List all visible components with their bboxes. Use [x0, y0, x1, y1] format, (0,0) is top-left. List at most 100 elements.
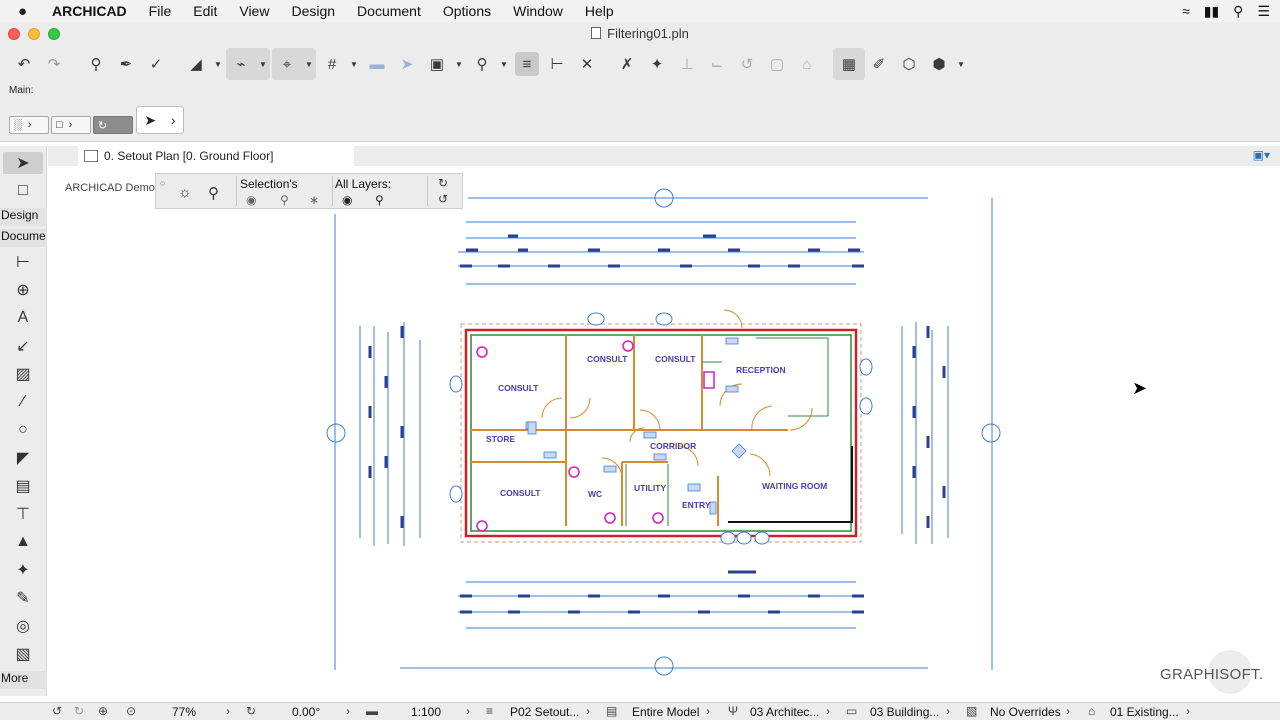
- chevron-right-icon[interactable]: ›: [706, 704, 710, 718]
- snap-guides-icon[interactable]: ⌁: [229, 52, 253, 76]
- level-dimension-tool-icon[interactable]: ⊤: [10, 503, 36, 525]
- rotate-marquee-button[interactable]: ↻: [93, 116, 133, 134]
- relative-construction-icon[interactable]: ✕: [575, 52, 599, 76]
- trace-reference-icon[interactable]: ≡: [515, 52, 539, 76]
- hotspot-tool-icon[interactable]: ✦: [10, 559, 36, 581]
- menu-help[interactable]: Help: [585, 3, 614, 19]
- change-tool-icon[interactable]: ✎: [10, 587, 36, 609]
- menu-window[interactable]: Window: [513, 3, 563, 19]
- inject-parameters-icon[interactable]: ✓: [144, 52, 168, 76]
- view-3d-icon[interactable]: ⬡: [897, 52, 921, 76]
- chevron-right-icon[interactable]: ›: [946, 704, 950, 718]
- rotate-view-icon[interactable]: ↻: [246, 704, 256, 718]
- cursor-snap-icon[interactable]: ➤: [395, 52, 419, 76]
- menu-design[interactable]: Design: [291, 3, 335, 19]
- redo-icon[interactable]: ↷: [42, 52, 66, 76]
- chevron-down-icon[interactable]: ▼: [258, 52, 268, 76]
- explode-icon[interactable]: ▢: [765, 52, 789, 76]
- floor-plan-drawing[interactable]: CONSULT CONSULT CONSULT RECEPTION STORE …: [48, 166, 1280, 696]
- marquee-type-button[interactable]: □ ›: [51, 116, 91, 134]
- text-tool-icon[interactable]: A: [10, 307, 36, 329]
- toolbox-document-section[interactable]: Docume: [0, 229, 47, 247]
- pen-set-value[interactable]: 03 Architec...: [750, 705, 819, 719]
- chevron-down-icon[interactable]: ▼: [499, 52, 509, 76]
- quick-selection-icon[interactable]: ▦: [837, 52, 861, 76]
- drawing-tool-icon[interactable]: ▤: [10, 475, 36, 497]
- dimension-tool-icon[interactable]: ⊢: [10, 251, 36, 273]
- chevron-right-icon[interactable]: ›: [826, 704, 830, 718]
- magic-wand-icon[interactable]: ✦: [645, 52, 669, 76]
- zoom-in-icon[interactable]: ⊕: [98, 704, 108, 718]
- chevron-right-icon[interactable]: ›: [1066, 704, 1070, 718]
- surface-icon[interactable]: ▬: [365, 52, 389, 76]
- model-view-options-value[interactable]: 03 Building...: [870, 705, 939, 719]
- view-switcher-icon[interactable]: ▣▾: [1253, 148, 1270, 162]
- coordinates-icon[interactable]: ⌖: [275, 52, 299, 76]
- graphic-override-value[interactable]: No Overrides: [990, 705, 1061, 719]
- roof-icon[interactable]: ⌂: [795, 52, 819, 76]
- arrow-tool-icon[interactable]: ➤: [3, 152, 43, 174]
- grid-icon[interactable]: #: [320, 52, 344, 76]
- figure-tool-icon[interactable]: ◎: [10, 615, 36, 637]
- floor-plan-canvas[interactable]: ARCHICAD Demo ○ ☼ ⚲ Selection's ◉ ⚲ ∗ Al…: [48, 166, 1280, 696]
- zone-tool-icon[interactable]: ▧: [10, 643, 36, 665]
- chevron-down-icon[interactable]: ▼: [454, 52, 464, 76]
- renovation-filter-value[interactable]: 01 Existing...: [1110, 705, 1179, 719]
- wifi-icon[interactable]: ≈: [1182, 3, 1190, 19]
- zoom-value[interactable]: 77%: [172, 705, 196, 719]
- render-icon[interactable]: ⬢: [927, 52, 951, 76]
- menu-options[interactable]: Options: [443, 3, 491, 19]
- layer-combination-value[interactable]: P02 Setout...: [510, 705, 579, 719]
- chevron-right-icon[interactable]: ›: [586, 704, 590, 718]
- toolbox-more-section[interactable]: More: [0, 671, 47, 689]
- chevron-down-icon[interactable]: ▼: [304, 52, 314, 76]
- chevron-down-icon[interactable]: ▼: [213, 52, 223, 76]
- menu-edit[interactable]: Edit: [193, 3, 217, 19]
- fill-tool-icon[interactable]: ▨: [10, 363, 36, 385]
- scale-value[interactable]: 1:100: [411, 705, 441, 719]
- pick-up-parameters-icon[interactable]: ✒: [114, 52, 138, 76]
- battery-icon[interactable]: ▮▮: [1204, 3, 1219, 20]
- menu-file[interactable]: File: [149, 3, 172, 19]
- label-tool-icon[interactable]: ↙: [10, 335, 36, 357]
- selection-method-button[interactable]: ░ ›: [9, 116, 49, 134]
- model-view-value[interactable]: Entire Model: [632, 705, 699, 719]
- radial-dimension-tool-icon[interactable]: ⊕: [10, 279, 36, 301]
- renovation-filter-icon[interactable]: ⌂: [1088, 704, 1095, 718]
- adjust-icon[interactable]: ⊥: [675, 52, 699, 76]
- elevation-dimension-tool-icon[interactable]: ▲: [10, 531, 36, 553]
- chevron-right-icon[interactable]: ›: [1186, 704, 1190, 718]
- graphic-override-icon[interactable]: ▧: [966, 704, 977, 718]
- chevron-down-icon[interactable]: ▼: [956, 52, 966, 76]
- pen-set-icon[interactable]: Ψ: [728, 704, 738, 718]
- tab-setout-plan[interactable]: 0. Setout Plan [0. Ground Floor]: [78, 146, 354, 166]
- redo-zoom-icon[interactable]: ↻: [74, 704, 84, 718]
- arrow-tool-options[interactable]: ➤ ›: [136, 106, 184, 134]
- toolbox-design-section[interactable]: Design: [0, 208, 47, 226]
- menu-app[interactable]: ARCHICAD: [52, 3, 127, 19]
- polyline-tool-icon[interactable]: ◤: [10, 447, 36, 469]
- chevron-right-icon[interactable]: ›: [346, 704, 350, 718]
- intersect-icon[interactable]: ✗: [615, 52, 639, 76]
- model-view-icon[interactable]: ▤: [606, 704, 617, 718]
- chevron-right-icon[interactable]: ›: [466, 704, 470, 718]
- undo-icon[interactable]: ↶: [12, 52, 36, 76]
- fit-in-window-icon[interactable]: ⊙: [126, 704, 136, 718]
- line-tool-icon[interactable]: ∕: [10, 391, 36, 413]
- model-view-options-icon[interactable]: ▭: [846, 704, 857, 718]
- marquee-tool-icon[interactable]: □: [10, 180, 36, 202]
- notification-list-icon[interactable]: ☰: [1257, 3, 1270, 20]
- chevron-right-icon[interactable]: ›: [226, 704, 230, 718]
- spotlight-search-icon[interactable]: ⚲: [1233, 3, 1243, 20]
- rotation-angle-value[interactable]: 0.00°: [292, 705, 320, 719]
- chevron-down-icon[interactable]: ▼: [349, 52, 359, 76]
- suspend-groups-icon[interactable]: ▣: [425, 52, 449, 76]
- lock-icon[interactable]: ⚲: [470, 52, 494, 76]
- fillet-icon[interactable]: ⌙: [705, 52, 729, 76]
- apple-icon[interactable]: ●: [18, 3, 38, 20]
- edit-selection-icon[interactable]: ✐: [867, 52, 891, 76]
- scale-icon[interactable]: ▬: [366, 704, 378, 718]
- offset-icon[interactable]: ↺: [735, 52, 759, 76]
- layer-combination-icon[interactable]: ≡: [486, 704, 493, 718]
- menu-document[interactable]: Document: [357, 3, 421, 19]
